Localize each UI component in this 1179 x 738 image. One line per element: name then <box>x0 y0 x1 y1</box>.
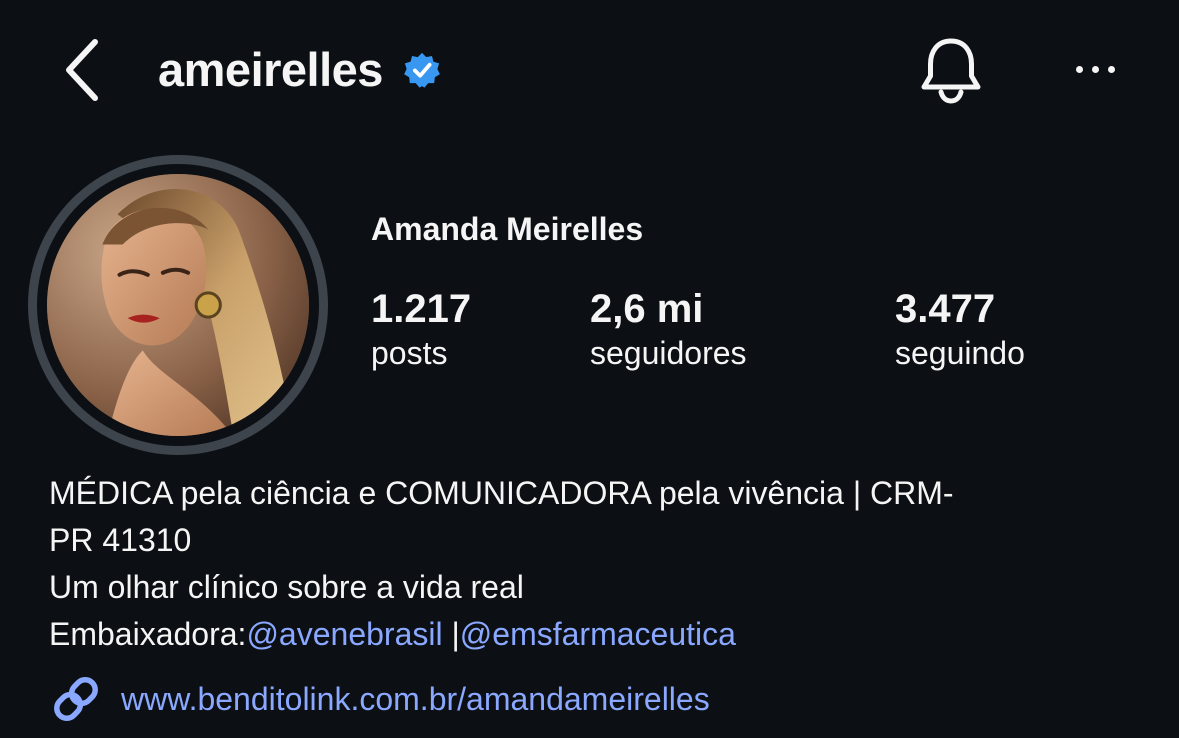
username-container: ameirelles <box>158 40 441 100</box>
followers-label: seguidores <box>590 335 747 371</box>
verified-badge-icon <box>403 51 441 89</box>
mention-avenebrasil[interactable]: @avenebrasil <box>246 616 442 652</box>
display-name: Amanda Meirelles <box>371 211 644 247</box>
link-icon <box>49 672 103 726</box>
external-link[interactable]: www.benditolink.com.br/amandameirelles <box>121 674 710 724</box>
following-label: seguindo <box>895 335 1025 371</box>
more-horizontal-icon-dot <box>1075 65 1083 73</box>
avatar <box>47 174 309 436</box>
bio-ambassador-line: Embaixadora:@avenebrasil |@emsfarmaceuti… <box>49 611 1159 658</box>
back-button[interactable] <box>58 38 108 102</box>
bio-line: PR 41310 <box>49 522 192 558</box>
more-horizontal-icon-dot <box>1091 65 1099 73</box>
more-options-button[interactable] <box>1064 52 1126 86</box>
bio-line: Um olhar clínico sobre a vida real <box>49 569 524 605</box>
username: ameirelles <box>158 43 383 96</box>
mention-separator: | <box>442 616 460 652</box>
ambassador-label: Embaixadora: <box>49 616 247 652</box>
followers-stat[interactable]: 2,6 mi seguidores <box>590 286 747 376</box>
external-link-row[interactable]: www.benditolink.com.br/amandameirelles <box>49 672 710 726</box>
avatar-gap <box>37 164 319 446</box>
followers-count: 2,6 mi <box>590 287 704 331</box>
posts-count: 1.217 <box>371 287 472 331</box>
posts-stat[interactable]: 1.217 posts <box>371 286 471 376</box>
notifications-button[interactable] <box>916 34 986 106</box>
more-horizontal-icon-dot <box>1107 65 1115 73</box>
bio-line: MÉDICA pela ciência e COMUNICADORA pela … <box>49 475 954 511</box>
mention-emsfarmaceutica[interactable]: @emsfarmaceutica <box>460 616 736 652</box>
posts-label: posts <box>371 335 448 371</box>
bio: MÉDICA pela ciência e COMUNICADORA pela … <box>49 470 1159 658</box>
profile-header: ameirelles <box>0 0 1179 140</box>
following-count: 3.477 <box>895 287 996 331</box>
avatar-ring[interactable] <box>28 155 328 455</box>
chevron-left-icon <box>66 39 98 101</box>
bell-icon <box>921 38 981 104</box>
avatar-portrait <box>47 174 309 436</box>
following-stat[interactable]: 3.477 seguindo <box>895 286 1025 376</box>
